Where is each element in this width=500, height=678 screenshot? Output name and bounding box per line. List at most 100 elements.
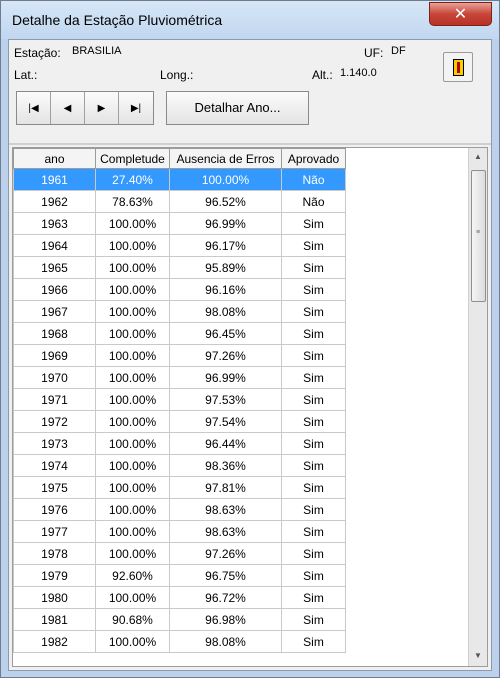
table-row[interactable]: 1974 100.00% 98.36% Sim: [13, 454, 346, 477]
table-row[interactable]: 1961 27.40% 100.00% Não: [13, 168, 346, 191]
estacao-label: Estação:: [14, 46, 61, 60]
cell-completude: 100.00%: [95, 300, 170, 323]
data-grid[interactable]: ano Completude Ausencia de Erros Aprovad…: [12, 147, 488, 667]
cell-completude: 100.00%: [95, 234, 170, 257]
scroll-up-button[interactable]: ▲: [469, 148, 487, 166]
cell-completude: 78.63%: [95, 190, 170, 213]
table-row[interactable]: 1962 78.63% 96.52% Não: [13, 190, 346, 213]
cell-ano: 1975: [13, 476, 96, 499]
cell-ano: 1967: [13, 300, 96, 323]
cell-ausencia-de-erros: 98.36%: [169, 454, 282, 477]
alt-label: Alt.:: [312, 68, 333, 82]
column-header-ausencia-de-erros[interactable]: Ausencia de Erros: [169, 148, 282, 169]
detalhar-ano-button[interactable]: Detalhar Ano...: [166, 91, 309, 125]
table-row[interactable]: 1979 92.60% 96.75% Sim: [13, 564, 346, 587]
column-header-ano[interactable]: ano: [13, 148, 96, 169]
cell-completude: 100.00%: [95, 322, 170, 345]
table-row[interactable]: 1965 100.00% 95.89% Sim: [13, 256, 346, 279]
annual-stats-table: ano Completude Ausencia de Erros Aprovad…: [13, 148, 346, 653]
cell-ausencia-de-erros: 96.52%: [169, 190, 282, 213]
table-row[interactable]: 1972 100.00% 97.54% Sim: [13, 410, 346, 433]
table-row[interactable]: 1963 100.00% 96.99% Sim: [13, 212, 346, 235]
cell-ausencia-de-erros: 96.75%: [169, 564, 282, 587]
table-row[interactable]: 1978 100.00% 97.26% Sim: [13, 542, 346, 565]
cell-completude: 100.00%: [95, 432, 170, 455]
cell-aprovado: Não: [281, 190, 346, 213]
cell-ausencia-de-erros: 98.63%: [169, 498, 282, 521]
cell-ausencia-de-erros: 98.08%: [169, 300, 282, 323]
next-record-button[interactable]: ▶: [85, 92, 119, 124]
cell-ano: 1977: [13, 520, 96, 543]
cell-completude: 100.00%: [95, 542, 170, 565]
cell-ano: 1973: [13, 432, 96, 455]
cell-completude: 100.00%: [95, 476, 170, 499]
cell-ano: 1976: [13, 498, 96, 521]
title-bar[interactable]: Detalhe da Estação Pluviométrica ✕: [1, 1, 499, 39]
cell-ano: 1966: [13, 278, 96, 301]
cell-ausencia-de-erros: 97.54%: [169, 410, 282, 433]
last-record-button[interactable]: ▶|: [119, 92, 153, 124]
table-row[interactable]: 1980 100.00% 96.72% Sim: [13, 586, 346, 609]
long-label: Long.:: [160, 68, 194, 82]
cell-aprovado: Sim: [281, 212, 346, 235]
table-row[interactable]: 1967 100.00% 98.08% Sim: [13, 300, 346, 323]
previous-record-button[interactable]: ◀: [51, 92, 85, 124]
cell-aprovado: Sim: [281, 608, 346, 631]
cell-ausencia-de-erros: 95.89%: [169, 256, 282, 279]
first-record-button[interactable]: |◀: [17, 92, 51, 124]
cell-completude: 100.00%: [95, 366, 170, 389]
cell-ano: 1974: [13, 454, 96, 477]
table-row[interactable]: 1966 100.00% 96.16% Sim: [13, 278, 346, 301]
cell-ausencia-de-erros: 100.00%: [169, 168, 282, 191]
table-body: 1961 27.40% 100.00% Não 1962 78.63% 96.52% Não 1…: [13, 168, 346, 653]
cell-ano: 1972: [13, 410, 96, 433]
exit-button[interactable]: [443, 52, 473, 82]
scroll-down-button[interactable]: ▼: [469, 647, 487, 665]
lat-label: Lat.:: [14, 68, 38, 82]
cell-ausencia-de-erros: 97.53%: [169, 388, 282, 411]
separator: [9, 143, 491, 145]
cell-aprovado: Sim: [281, 234, 346, 257]
close-button[interactable]: ✕: [429, 2, 492, 26]
column-header-aprovado[interactable]: Aprovado: [281, 148, 346, 169]
table-row[interactable]: 1970 100.00% 96.99% Sim: [13, 366, 346, 389]
cell-aprovado: Sim: [281, 300, 346, 323]
table-header: ano Completude Ausencia de Erros Aprovad…: [13, 148, 346, 169]
cell-aprovado: Sim: [281, 344, 346, 367]
uf-value: DF: [391, 45, 406, 57]
cell-ausencia-de-erros: 96.99%: [169, 212, 282, 235]
record-navigator: |◀ ◀ ▶ ▶|: [16, 91, 154, 125]
cell-ano: 1963: [13, 212, 96, 235]
cell-ano: 1964: [13, 234, 96, 257]
table-row[interactable]: 1971 100.00% 97.53% Sim: [13, 388, 346, 411]
cell-ausencia-de-erros: 97.81%: [169, 476, 282, 499]
table-row[interactable]: 1968 100.00% 96.45% Sim: [13, 322, 346, 345]
table-row[interactable]: 1982 100.00% 98.08% Sim: [13, 630, 346, 653]
table-row[interactable]: 1981 90.68% 96.98% Sim: [13, 608, 346, 631]
cell-aprovado: Não: [281, 168, 346, 191]
table-row[interactable]: 1969 100.00% 97.26% Sim: [13, 344, 346, 367]
scroll-thumb[interactable]: ≡: [471, 170, 486, 302]
cell-ausencia-de-erros: 97.26%: [169, 344, 282, 367]
cell-ausencia-de-erros: 96.44%: [169, 432, 282, 455]
table-row[interactable]: 1976 100.00% 98.63% Sim: [13, 498, 346, 521]
cell-ausencia-de-erros: 96.17%: [169, 234, 282, 257]
cell-aprovado: Sim: [281, 630, 346, 653]
cell-ano: 1978: [13, 542, 96, 565]
cell-ano: 1962: [13, 190, 96, 213]
cell-aprovado: Sim: [281, 278, 346, 301]
table-row[interactable]: 1973 100.00% 96.44% Sim: [13, 432, 346, 455]
cell-ausencia-de-erros: 98.63%: [169, 520, 282, 543]
cell-ano: 1961: [13, 168, 96, 191]
table-row[interactable]: 1964 100.00% 96.17% Sim: [13, 234, 346, 257]
cell-aprovado: Sim: [281, 410, 346, 433]
table-row[interactable]: 1975 100.00% 97.81% Sim: [13, 476, 346, 499]
cell-aprovado: Sim: [281, 520, 346, 543]
vertical-scrollbar[interactable]: ▲ ≡ ▼: [468, 148, 487, 666]
column-header-completude[interactable]: Completude: [95, 148, 170, 169]
cell-ausencia-de-erros: 98.08%: [169, 630, 282, 653]
table-row[interactable]: 1977 100.00% 98.63% Sim: [13, 520, 346, 543]
cell-completude: 100.00%: [95, 410, 170, 433]
cell-aprovado: Sim: [281, 498, 346, 521]
uf-label: UF:: [364, 46, 384, 60]
